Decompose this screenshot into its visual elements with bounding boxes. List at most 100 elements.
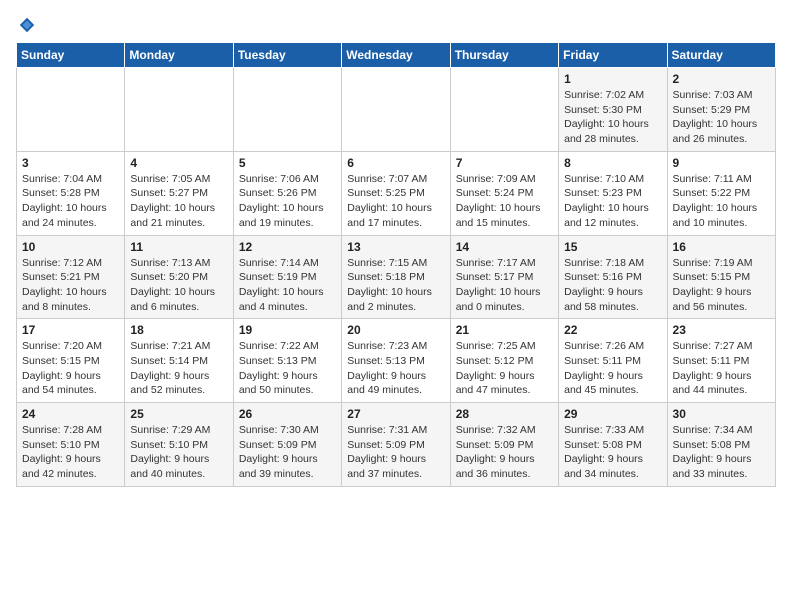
day-info: Sunrise: 7:09 AM Sunset: 5:24 PM Dayligh… bbox=[456, 172, 553, 231]
calendar-cell: 27 Sunrise: 7:31 AM Sunset: 5:09 PM Dayli… bbox=[342, 403, 450, 487]
calendar-cell: 1 Sunrise: 7:02 AM Sunset: 5:30 PM Daylig… bbox=[559, 68, 667, 152]
day-number: 18 bbox=[130, 323, 227, 337]
day-number: 6 bbox=[347, 156, 444, 170]
calendar-cell: 21 Sunrise: 7:25 AM Sunset: 5:12 PM Dayli… bbox=[450, 319, 558, 403]
day-number: 3 bbox=[22, 156, 119, 170]
calendar-cell: 29Sunrise: 7:33 AM Sunset: 5:08 PM Dayli… bbox=[559, 403, 667, 487]
day-info: Sunrise: 7:23 AM Sunset: 5:13 PM Dayligh… bbox=[347, 339, 444, 398]
day-number: 24 bbox=[22, 407, 119, 421]
day-info: Sunrise: 7:26 AM Sunset: 5:11 PM Dayligh… bbox=[564, 339, 661, 398]
day-info: Sunrise: 7:28 AM Sunset: 5:10 PM Dayligh… bbox=[22, 423, 119, 482]
day-number: 21 bbox=[456, 323, 553, 337]
day-info: Sunrise: 7:14 AM Sunset: 5:19 PM Dayligh… bbox=[239, 256, 336, 315]
calendar-cell: 8Sunrise: 7:10 AM Sunset: 5:23 PM Daylig… bbox=[559, 151, 667, 235]
calendar-cell: 12 Sunrise: 7:14 AM Sunset: 5:19 PM Dayli… bbox=[233, 235, 341, 319]
day-info: Sunrise: 7:31 AM Sunset: 5:09 PM Dayligh… bbox=[347, 423, 444, 482]
calendar-cell: 22 Sunrise: 7:26 AM Sunset: 5:11 PM Dayli… bbox=[559, 319, 667, 403]
day-number: 23 bbox=[673, 323, 770, 337]
calendar-cell: 9 Sunrise: 7:11 AM Sunset: 5:22 PM Daylig… bbox=[667, 151, 775, 235]
calendar-cell: 23 Sunrise: 7:27 AM Sunset: 5:11 PM Dayli… bbox=[667, 319, 775, 403]
day-info: Sunrise: 7:20 AM Sunset: 5:15 PM Dayligh… bbox=[22, 339, 119, 398]
day-number: 2 bbox=[673, 72, 770, 86]
day-info: Sunrise: 7:07 AM Sunset: 5:25 PM Dayligh… bbox=[347, 172, 444, 231]
day-number: 28 bbox=[456, 407, 553, 421]
calendar-cell: 19Sunrise: 7:22 AM Sunset: 5:13 PM Dayli… bbox=[233, 319, 341, 403]
day-info: Sunrise: 7:25 AM Sunset: 5:12 PM Dayligh… bbox=[456, 339, 553, 398]
calendar-cell bbox=[233, 68, 341, 152]
day-number: 27 bbox=[347, 407, 444, 421]
logo bbox=[16, 16, 36, 34]
day-info: Sunrise: 7:29 AM Sunset: 5:10 PM Dayligh… bbox=[130, 423, 227, 482]
day-info: Sunrise: 7:27 AM Sunset: 5:11 PM Dayligh… bbox=[673, 339, 770, 398]
day-info: Sunrise: 7:18 AM Sunset: 5:16 PM Dayligh… bbox=[564, 256, 661, 315]
day-of-week-header: Tuesday bbox=[233, 43, 341, 68]
calendar-cell: 16Sunrise: 7:19 AM Sunset: 5:15 PM Dayli… bbox=[667, 235, 775, 319]
calendar-cell: 11Sunrise: 7:13 AM Sunset: 5:20 PM Dayli… bbox=[125, 235, 233, 319]
day-number: 5 bbox=[239, 156, 336, 170]
calendar-body: 1 Sunrise: 7:02 AM Sunset: 5:30 PM Daylig… bbox=[17, 68, 776, 487]
day-number: 20 bbox=[347, 323, 444, 337]
day-number: 17 bbox=[22, 323, 119, 337]
day-number: 12 bbox=[239, 240, 336, 254]
day-number: 7 bbox=[456, 156, 553, 170]
calendar-table: SundayMondayTuesdayWednesdayThursdayFrid… bbox=[16, 42, 776, 487]
day-of-week-header: Friday bbox=[559, 43, 667, 68]
day-info: Sunrise: 7:34 AM Sunset: 5:08 PM Dayligh… bbox=[673, 423, 770, 482]
calendar-cell: 7 Sunrise: 7:09 AM Sunset: 5:24 PM Daylig… bbox=[450, 151, 558, 235]
calendar-cell: 14Sunrise: 7:17 AM Sunset: 5:17 PM Dayli… bbox=[450, 235, 558, 319]
day-number: 4 bbox=[130, 156, 227, 170]
day-of-week-header: Thursday bbox=[450, 43, 558, 68]
calendar-week-row: 3 Sunrise: 7:04 AM Sunset: 5:28 PM Daylig… bbox=[17, 151, 776, 235]
day-number: 11 bbox=[130, 240, 227, 254]
calendar-cell: 28Sunrise: 7:32 AM Sunset: 5:09 PM Dayli… bbox=[450, 403, 558, 487]
calendar-cell bbox=[125, 68, 233, 152]
day-number: 26 bbox=[239, 407, 336, 421]
day-info: Sunrise: 7:02 AM Sunset: 5:30 PM Dayligh… bbox=[564, 88, 661, 147]
calendar-cell: 4 Sunrise: 7:05 AM Sunset: 5:27 PM Daylig… bbox=[125, 151, 233, 235]
day-of-week-header: Monday bbox=[125, 43, 233, 68]
day-info: Sunrise: 7:33 AM Sunset: 5:08 PM Dayligh… bbox=[564, 423, 661, 482]
calendar-header-row: SundayMondayTuesdayWednesdayThursdayFrid… bbox=[17, 43, 776, 68]
calendar-cell: 6 Sunrise: 7:07 AM Sunset: 5:25 PM Daylig… bbox=[342, 151, 450, 235]
day-info: Sunrise: 7:03 AM Sunset: 5:29 PM Dayligh… bbox=[673, 88, 770, 147]
calendar-cell: 20 Sunrise: 7:23 AM Sunset: 5:13 PM Dayli… bbox=[342, 319, 450, 403]
day-number: 15 bbox=[564, 240, 661, 254]
calendar-cell: 15 Sunrise: 7:18 AM Sunset: 5:16 PM Dayli… bbox=[559, 235, 667, 319]
day-number: 1 bbox=[564, 72, 661, 86]
day-info: Sunrise: 7:04 AM Sunset: 5:28 PM Dayligh… bbox=[22, 172, 119, 231]
calendar-cell: 30 Sunrise: 7:34 AM Sunset: 5:08 PM Dayli… bbox=[667, 403, 775, 487]
calendar-cell: 25 Sunrise: 7:29 AM Sunset: 5:10 PM Dayli… bbox=[125, 403, 233, 487]
day-of-week-header: Wednesday bbox=[342, 43, 450, 68]
calendar-cell: 5 Sunrise: 7:06 AM Sunset: 5:26 PM Daylig… bbox=[233, 151, 341, 235]
calendar-week-row: 24 Sunrise: 7:28 AM Sunset: 5:10 PM Dayli… bbox=[17, 403, 776, 487]
day-of-week-header: Saturday bbox=[667, 43, 775, 68]
day-info: Sunrise: 7:21 AM Sunset: 5:14 PM Dayligh… bbox=[130, 339, 227, 398]
calendar-cell: 10 Sunrise: 7:12 AM Sunset: 5:21 PM Dayli… bbox=[17, 235, 125, 319]
day-info: Sunrise: 7:05 AM Sunset: 5:27 PM Dayligh… bbox=[130, 172, 227, 231]
day-number: 9 bbox=[673, 156, 770, 170]
day-info: Sunrise: 7:30 AM Sunset: 5:09 PM Dayligh… bbox=[239, 423, 336, 482]
calendar-cell bbox=[450, 68, 558, 152]
calendar-week-row: 10 Sunrise: 7:12 AM Sunset: 5:21 PM Dayli… bbox=[17, 235, 776, 319]
day-info: Sunrise: 7:12 AM Sunset: 5:21 PM Dayligh… bbox=[22, 256, 119, 315]
day-info: Sunrise: 7:15 AM Sunset: 5:18 PM Dayligh… bbox=[347, 256, 444, 315]
calendar-cell: 24 Sunrise: 7:28 AM Sunset: 5:10 PM Dayli… bbox=[17, 403, 125, 487]
day-number: 13 bbox=[347, 240, 444, 254]
day-info: Sunrise: 7:06 AM Sunset: 5:26 PM Dayligh… bbox=[239, 172, 336, 231]
calendar-week-row: 17 Sunrise: 7:20 AM Sunset: 5:15 PM Dayli… bbox=[17, 319, 776, 403]
calendar-cell: 13 Sunrise: 7:15 AM Sunset: 5:18 PM Dayli… bbox=[342, 235, 450, 319]
day-number: 30 bbox=[673, 407, 770, 421]
day-number: 10 bbox=[22, 240, 119, 254]
day-info: Sunrise: 7:10 AM Sunset: 5:23 PM Dayligh… bbox=[564, 172, 661, 231]
day-info: Sunrise: 7:19 AM Sunset: 5:15 PM Dayligh… bbox=[673, 256, 770, 315]
calendar-cell bbox=[342, 68, 450, 152]
day-of-week-header: Sunday bbox=[17, 43, 125, 68]
calendar-cell: 2 Sunrise: 7:03 AM Sunset: 5:29 PM Daylig… bbox=[667, 68, 775, 152]
day-info: Sunrise: 7:11 AM Sunset: 5:22 PM Dayligh… bbox=[673, 172, 770, 231]
day-number: 25 bbox=[130, 407, 227, 421]
day-number: 22 bbox=[564, 323, 661, 337]
day-number: 19 bbox=[239, 323, 336, 337]
logo-icon bbox=[18, 16, 36, 34]
day-number: 14 bbox=[456, 240, 553, 254]
calendar-cell: 3 Sunrise: 7:04 AM Sunset: 5:28 PM Daylig… bbox=[17, 151, 125, 235]
